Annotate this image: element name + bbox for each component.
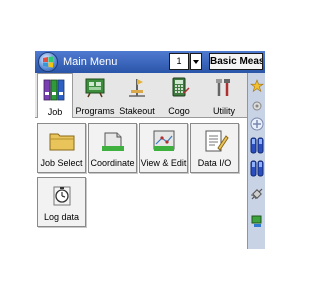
coordinate-button[interactable]: Coordinate — [88, 123, 137, 173]
tab-utility-label: Utility — [213, 106, 235, 116]
basic-meas-button[interactable]: Basic Meas. — [209, 53, 263, 70]
log-data-label: Log data — [43, 212, 80, 222]
tab-job-label: Job — [47, 107, 63, 117]
document-pencil-icon — [201, 128, 229, 159]
tab-programs-label: Programs — [75, 106, 115, 116]
stopwatch-icon — [48, 182, 76, 213]
view-edit-label: View & Edit — [140, 158, 187, 168]
xyz-icon — [150, 128, 178, 159]
tab-bar: Job Programs Stakeout Cogo Utility — [35, 73, 247, 118]
start-menu-icon[interactable] — [38, 52, 58, 72]
box-grid-icon — [99, 128, 127, 159]
tab-stakeout-label: Stakeout — [119, 106, 155, 116]
job-selector-dropdown-arrow[interactable] — [190, 53, 202, 70]
title-bar: Main Menu 1 Basic Meas. — [35, 51, 265, 73]
data-io-button[interactable]: Data I/O — [190, 123, 239, 173]
tab-utility[interactable]: Utility — [205, 73, 243, 117]
tools-icon — [213, 76, 235, 100]
plus-icon[interactable] — [250, 117, 264, 131]
binders-icon — [42, 77, 68, 105]
tab-job[interactable]: Job — [37, 73, 73, 118]
coordinate-label: Coordinate — [90, 158, 135, 168]
log-data-button[interactable]: Log data — [37, 177, 86, 227]
battery-icon-2 — [250, 159, 264, 177]
device-screen: Main Menu 1 Basic Meas. Job Programs Sta… — [35, 51, 265, 249]
tab-cogo-label: Cogo — [168, 106, 190, 116]
battery-icon — [250, 136, 264, 154]
calculator-icon — [168, 76, 190, 100]
data-io-label: Data I/O — [197, 158, 232, 168]
stakeout-icon — [126, 76, 148, 100]
right-status-bar — [247, 73, 265, 249]
job-select-label: Job Select — [40, 158, 83, 168]
job-selector-value: 1 — [176, 56, 182, 66]
tab-cogo[interactable]: Cogo — [161, 73, 197, 117]
job-menu-panel: Job Select Coordinate View & Edit Data I… — [35, 118, 247, 249]
board-icon — [84, 76, 106, 100]
star-icon[interactable] — [250, 79, 264, 93]
network-icon[interactable] — [250, 214, 264, 228]
view-edit-button[interactable]: View & Edit — [139, 123, 188, 173]
window-title: Main Menu — [63, 56, 118, 68]
job-select-button[interactable]: Job Select — [37, 123, 86, 173]
tab-programs[interactable]: Programs — [75, 73, 115, 117]
satellite-icon[interactable] — [250, 187, 264, 201]
job-selector[interactable]: 1 — [169, 53, 189, 70]
folder-icon — [48, 128, 76, 159]
gear-icon[interactable] — [250, 99, 264, 111]
tab-stakeout[interactable]: Stakeout — [116, 73, 158, 117]
